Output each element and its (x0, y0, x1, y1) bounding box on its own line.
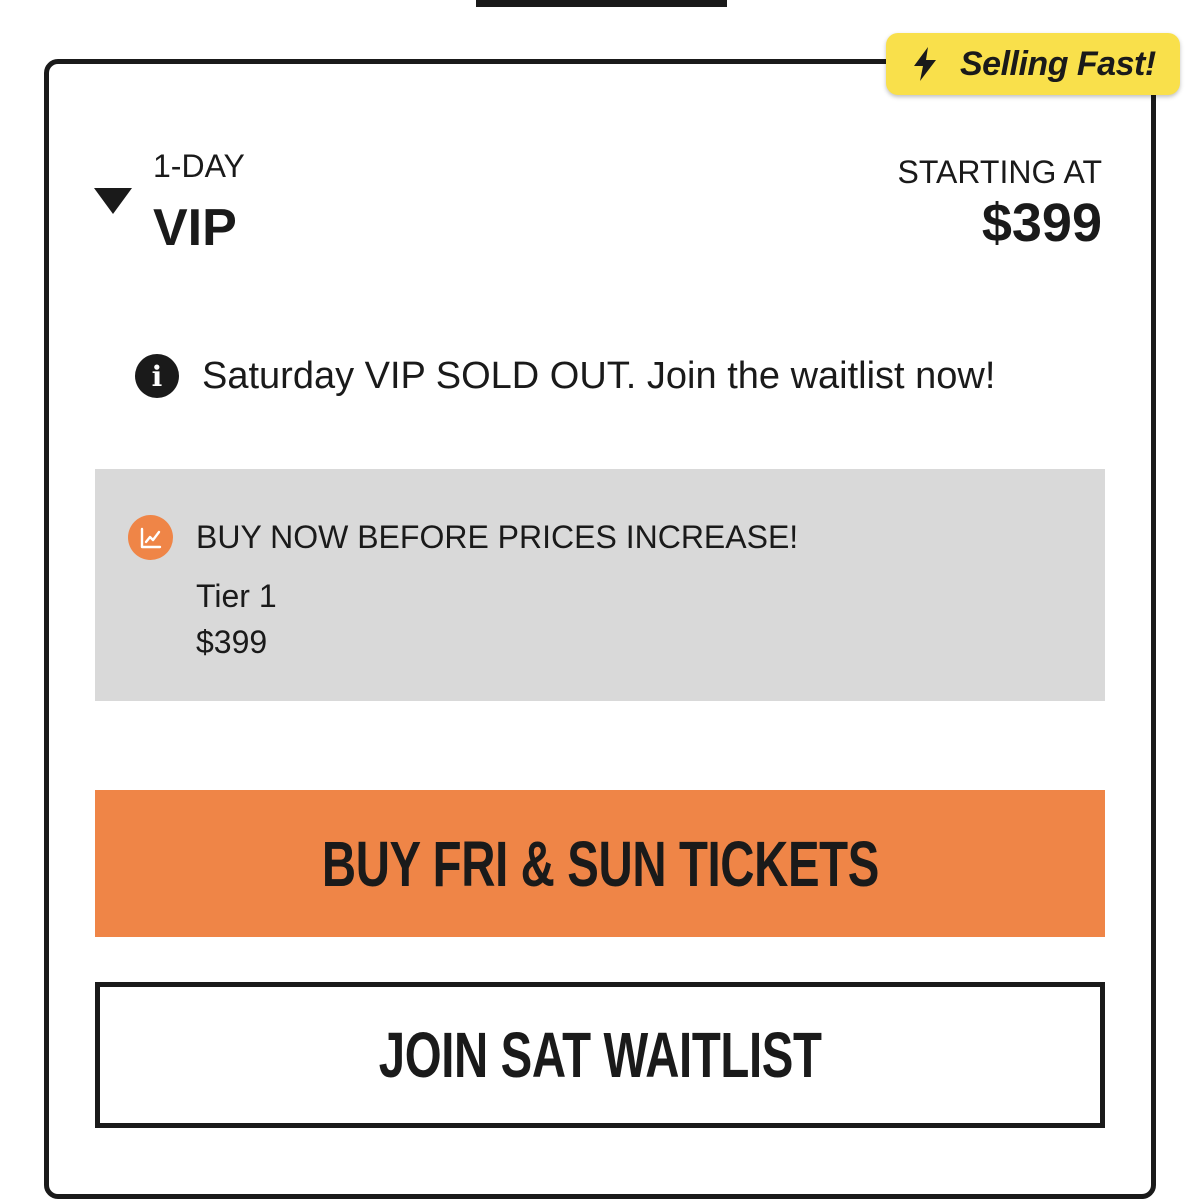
top-divider (476, 0, 727, 7)
buy-tickets-label: BUY FRI & SUN TICKETS (321, 827, 879, 900)
tier-name: Tier 1 (196, 578, 277, 614)
join-waitlist-button[interactable]: JOIN SAT WAITLIST (95, 982, 1105, 1128)
ticket-subtitle: 1-DAY (153, 148, 245, 184)
starting-at-label: STARTING AT (897, 154, 1102, 190)
selling-fast-label: Selling Fast! (960, 44, 1156, 83)
selling-fast-badge: Selling Fast! (886, 33, 1180, 95)
info-icon: i (135, 354, 179, 398)
starting-price: $399 (981, 193, 1102, 253)
sold-out-notice: i Saturday VIP SOLD OUT. Join the waitli… (135, 354, 995, 398)
triangle-down-icon[interactable] (94, 188, 132, 214)
price-increase-heading: BUY NOW BEFORE PRICES INCREASE! (196, 519, 799, 555)
ticket-title: VIP (153, 199, 237, 257)
lightning-bolt-icon (914, 47, 936, 81)
sold-out-notice-text: Saturday VIP SOLD OUT. Join the waitlist… (202, 354, 996, 397)
trending-up-icon (128, 515, 173, 560)
tier-price: $399 (196, 624, 268, 660)
buy-tickets-button[interactable]: BUY FRI & SUN TICKETS (95, 790, 1105, 937)
price-increase-panel: BUY NOW BEFORE PRICES INCREASE! Tier 1 $… (95, 469, 1105, 701)
join-waitlist-label: JOIN SAT WAITLIST (378, 1019, 822, 1091)
